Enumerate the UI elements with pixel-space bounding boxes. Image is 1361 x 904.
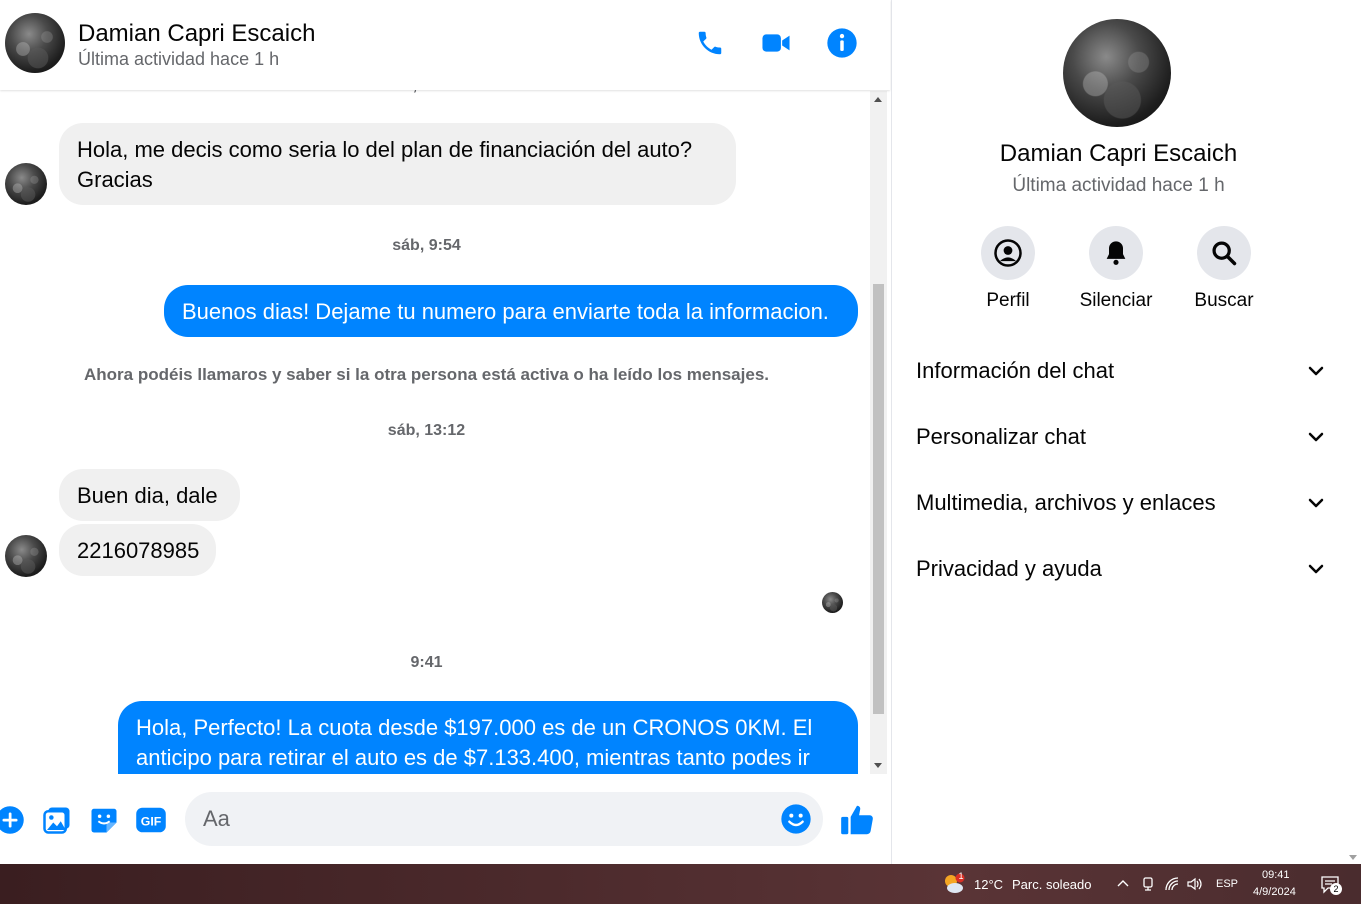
message-bubble-incoming[interactable]: Buen dia, dale (59, 469, 240, 521)
section-label: Privacidad y ayuda (916, 556, 1102, 581)
section-privacy-help[interactable]: Privacidad y ayuda (916, 549, 1326, 589)
section-chat-info[interactable]: Información del chat (916, 351, 1326, 391)
chat-panel: Damian Capri Escaich Última actividad ha… (0, 0, 890, 864)
scroll-up-arrow[interactable] (874, 97, 882, 102)
contact-status: Última actividad hace 1 h (78, 49, 280, 69)
chevron-down-icon (1306, 361, 1326, 381)
profile-status: Última actividad hace 1 h (1012, 175, 1225, 196)
contact-name[interactable]: Damian Capri Escaich (78, 20, 315, 48)
wifi-icon[interactable] (1164, 876, 1180, 892)
avatar[interactable] (5, 535, 47, 577)
weather-icon[interactable]: 1 (942, 871, 966, 896)
message-bubble-outgoing[interactable]: Buenos dias! Dejame tu numero para envia… (164, 285, 858, 337)
message-bubble-outgoing[interactable]: Hola, Perfecto! La cuota desde $197.000 … (118, 701, 858, 774)
image-icon[interactable] (41, 804, 73, 836)
weather-desc[interactable]: Parc. soleado (1012, 877, 1092, 892)
weather-badge: 1 (958, 871, 964, 881)
chat-scrollbar[interactable] (870, 91, 887, 774)
clock-date[interactable]: 4/9/2024 (1253, 886, 1296, 898)
chat-details-panel: Damian Capri Escaich Última actividad ha… (891, 0, 1345, 864)
mute-button[interactable]: Silenciar (1066, 226, 1166, 312)
language-indicator[interactable]: ESP (1216, 878, 1238, 890)
bell-icon (1089, 226, 1143, 280)
system-notice: Ahora podéis llamaros y saber si la otra… (84, 365, 769, 384)
profile-icon (981, 226, 1035, 280)
message-bubble-incoming[interactable]: Hola, me decis como seria lo del plan de… (59, 123, 736, 205)
profile-name: Damian Capri Escaich (999, 140, 1238, 167)
weather-temp[interactable]: 12°C (974, 877, 1003, 892)
chevron-down-icon (1306, 559, 1326, 579)
profile-button[interactable]: Perfil (958, 226, 1058, 312)
info-icon[interactable] (825, 26, 859, 60)
chevron-down-icon (1306, 493, 1326, 513)
emoji-icon[interactable] (780, 803, 812, 835)
profile-avatar[interactable] (1063, 19, 1171, 127)
scroll-down-arrow[interactable] (1349, 855, 1357, 860)
avatar[interactable] (5, 13, 65, 73)
search-button[interactable]: Buscar (1174, 226, 1274, 312)
timestamp: sáb, 9:54 (392, 237, 461, 254)
composer: GIF (0, 774, 890, 864)
avatar[interactable] (5, 163, 47, 205)
speaker-icon[interactable] (1186, 876, 1204, 892)
section-media-files-links[interactable]: Multimedia, archivos y enlaces (916, 483, 1326, 523)
scroll-down-arrow[interactable] (874, 763, 882, 768)
timestamp: sáb, 13:12 (387, 422, 466, 439)
chevron-up-icon[interactable] (1116, 876, 1130, 890)
profile-label: Perfil (986, 290, 1030, 311)
message-input[interactable] (185, 792, 823, 846)
meet-icon[interactable] (1141, 876, 1155, 892)
svg-text:GIF: GIF (141, 815, 162, 829)
notification-badge: 2 (1330, 883, 1342, 895)
chat-header: Damian Capri Escaich Última actividad ha… (0, 0, 890, 90)
sticker-icon[interactable] (88, 804, 120, 836)
video-camera-icon[interactable] (759, 26, 793, 60)
section-label: Multimedia, archivos y enlaces (916, 490, 1216, 515)
message-clip: Hola, Perfecto! La cuota desde $197.000 … (118, 701, 858, 774)
section-label: Personalizar chat (916, 424, 1086, 449)
mute-label: Silenciar (1079, 290, 1153, 311)
read-receipt-avatar (822, 592, 843, 613)
clock-time[interactable]: 09:41 (1262, 869, 1290, 881)
search-icon (1197, 226, 1251, 280)
notification-icon[interactable]: 2 (1320, 874, 1342, 896)
page-scrollbar[interactable] (1344, 0, 1361, 864)
scroll-thumb[interactable] (873, 284, 884, 714)
plus-icon[interactable] (0, 804, 26, 836)
section-label: Información del chat (916, 358, 1115, 383)
phone-icon[interactable] (693, 26, 727, 60)
section-customize-chat[interactable]: Personalizar chat (916, 417, 1326, 457)
search-label: Buscar (1194, 290, 1254, 311)
thumbs-up-icon[interactable] (838, 801, 876, 839)
taskbar: 1 12°C Parc. soleado ESP 09:41 4/9/2024 … (0, 864, 1361, 904)
chevron-down-icon (1306, 427, 1326, 447)
message-bubble-incoming[interactable]: 2216078985 (59, 524, 216, 576)
gif-icon[interactable]: GIF (135, 804, 167, 836)
timestamp: 9:41 (410, 654, 443, 671)
